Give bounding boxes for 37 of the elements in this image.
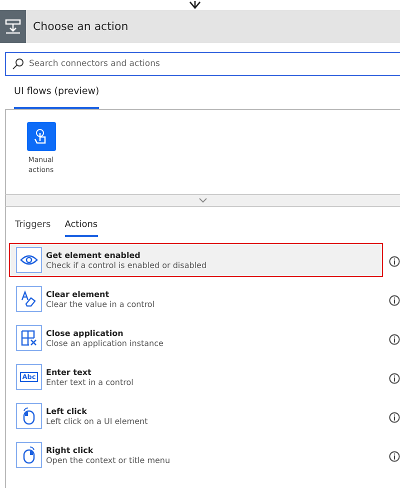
- down-arrow-icon: [189, 1, 201, 9]
- info-icon[interactable]: [389, 295, 400, 306]
- action-step-icon: [0, 10, 26, 43]
- action-title: Clear element: [46, 290, 110, 298]
- action-description: Close an application instance: [46, 338, 164, 348]
- action-title: Left click: [46, 406, 88, 416]
- action-title: Right click: [46, 446, 94, 454]
- action-item[interactable]: Close application Close an application instance: [9, 321, 383, 355]
- action-description: Enter text in a control: [46, 378, 134, 386]
- action-description: Check if a control is enabled or disabled: [46, 260, 207, 270]
- header-title: Choose an action: [33, 20, 128, 33]
- action-item[interactable]: Clear element Clear the value in a control: [9, 282, 383, 316]
- search-icon: [12, 58, 24, 70]
- info-icon[interactable]: [389, 334, 400, 345]
- action-description: Open the context or title menu: [46, 456, 170, 464]
- grid-x-icon: [16, 325, 42, 351]
- mouse-icon: [16, 442, 42, 468]
- eye-icon: [16, 247, 42, 273]
- action-description: Left click on a UI element: [46, 416, 148, 426]
- action-item[interactable]: Right click Open the context or title menu: [9, 438, 383, 472]
- action-title: Enter text: [46, 368, 92, 376]
- mouse-icon: [16, 403, 42, 429]
- action-title: Get element enabled: [46, 250, 142, 260]
- section-tab[interactable]: Actions: [64, 219, 98, 237]
- action-item[interactable]: Left click Left click on a UI element: [9, 399, 383, 433]
- info-icon[interactable]: [389, 412, 400, 423]
- section-tab[interactable]: Triggers: [15, 219, 51, 237]
- info-icon[interactable]: [389, 256, 400, 267]
- hand-tap-icon[interactable]: [26, 122, 56, 151]
- info-icon[interactable]: [389, 373, 400, 384]
- chevron-down-icon: [199, 198, 207, 203]
- connector-tab[interactable]: UI flows (preview): [14, 76, 100, 109]
- action-title: Close application: [46, 328, 124, 338]
- eraser-icon: [16, 286, 42, 312]
- search-field[interactable]: Search connectors and actions: [5, 52, 400, 76]
- action-description: Clear the value in a control: [46, 300, 155, 308]
- info-icon[interactable]: [389, 451, 400, 462]
